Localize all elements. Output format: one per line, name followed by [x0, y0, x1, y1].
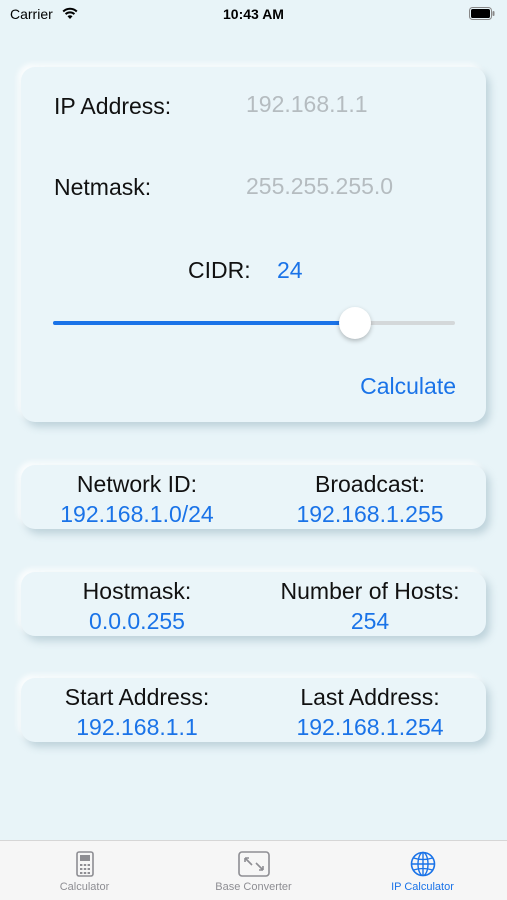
hostmask-hosts-card: Hostmask: 0.0.0.255 Number of Hosts: 254 — [21, 572, 486, 636]
cidr-slider-thumb[interactable] — [338, 307, 371, 339]
tab-calculator-label: Calculator — [59, 881, 110, 893]
tab-ip-calculator[interactable]: IP Calculator — [338, 841, 507, 900]
netmask-input[interactable] — [246, 173, 446, 200]
hostmask-value: 0.0.0.255 — [89, 608, 185, 634]
start-address-label: Start Address: — [64, 684, 210, 710]
cidr-label: CIDR: — [188, 257, 251, 283]
address-range-card: Start Address: 192.168.1.1 Last Address:… — [21, 678, 486, 742]
cidr-slider[interactable] — [53, 321, 455, 325]
network-id-label: Network ID: — [76, 471, 198, 497]
ip-address-label: IP Address: — [54, 93, 172, 119]
cidr-value: 24 — [277, 257, 303, 283]
hostmask-label: Hostmask: — [82, 578, 192, 604]
last-address-label: Last Address: — [300, 684, 440, 710]
battery-icon — [469, 7, 495, 20]
base-converter-icon — [237, 851, 270, 877]
clock: 10:43 AM — [223, 6, 284, 22]
tab-base-converter[interactable]: Base Converter — [169, 841, 338, 900]
calculate-button[interactable]: Calculate — [360, 373, 456, 400]
broadcast-label: Broadcast: — [315, 471, 425, 497]
start-address-value: 192.168.1.1 — [76, 714, 198, 740]
tab-bar: Calculator Base Converter IP Calculator — [0, 840, 507, 900]
network-broadcast-card: Network ID: 192.168.1.0/24 Broadcast: 19… — [21, 465, 486, 529]
number-of-hosts-value: 254 — [350, 608, 390, 634]
tab-base-converter-label: Base Converter — [215, 881, 292, 893]
cidr-slider-fill — [53, 321, 355, 325]
tab-ip-calculator-label: IP Calculator — [391, 881, 454, 893]
last-address-value: 192.168.1.254 — [296, 714, 444, 740]
tab-calculator[interactable]: Calculator — [0, 841, 169, 900]
input-card: IP Address: Netmask: CIDR: 24 Calculate — [21, 67, 486, 422]
calculator-icon — [75, 851, 94, 877]
broadcast-value: 192.168.1.255 — [296, 501, 444, 527]
netmask-label: Netmask: — [54, 174, 152, 200]
ip-address-input[interactable] — [246, 91, 446, 118]
status-bar: Carrier 10:43 AM — [0, 0, 507, 30]
number-of-hosts-label: Number of Hosts: — [280, 578, 460, 604]
network-id-value: 192.168.1.0/24 — [60, 501, 214, 527]
globe-icon — [410, 851, 435, 877]
